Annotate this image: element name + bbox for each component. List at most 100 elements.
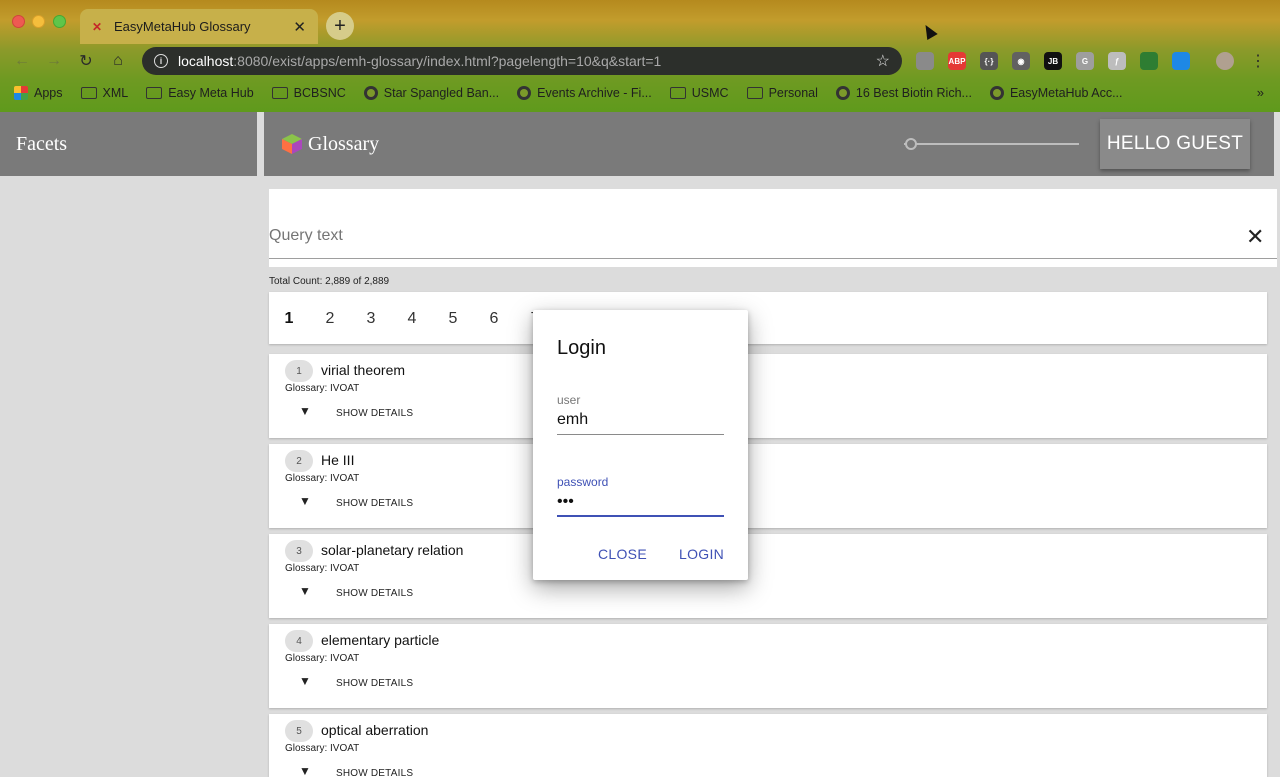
- chevron-down-icon[interactable]: ▼: [299, 764, 311, 777]
- result-number: 4: [285, 630, 313, 652]
- bookmark-biotin[interactable]: 16 Best Biotin Rich...: [835, 86, 972, 100]
- login-button[interactable]: LOGIN: [679, 546, 724, 562]
- url-host: localhost: [178, 53, 234, 69]
- folder-icon: [271, 87, 288, 99]
- password-field[interactable]: •••: [557, 493, 574, 511]
- home-icon[interactable]: ⌂: [108, 51, 128, 71]
- slider-thumb[interactable]: [905, 138, 917, 150]
- result-card: 4 elementary particle Glossary: IVOAT ▼ …: [269, 624, 1267, 708]
- result-term: optical aberration: [321, 722, 429, 738]
- page-6[interactable]: 6: [484, 310, 504, 328]
- close-button[interactable]: CLOSE: [598, 546, 647, 562]
- new-tab-button[interactable]: +: [326, 12, 354, 40]
- clear-search-icon[interactable]: ✕: [1246, 226, 1264, 248]
- bookmark-easymetahub-acc[interactable]: EasyMetaHub Acc...: [989, 86, 1123, 100]
- password-label: password: [557, 475, 609, 489]
- address-bar[interactable]: i localhost :8080/exist/apps/emh-glossar…: [142, 47, 902, 75]
- show-details-button[interactable]: SHOW DETAILS: [336, 768, 413, 777]
- chevron-down-icon[interactable]: ▼: [299, 674, 311, 688]
- window-zoom-button[interactable]: [53, 15, 66, 28]
- site-info-icon[interactable]: i: [154, 54, 168, 68]
- page-3[interactable]: 3: [361, 310, 381, 328]
- circle-extension-icon[interactable]: ◉: [1012, 52, 1030, 70]
- hello-guest-button[interactable]: HELLO GUEST: [1100, 119, 1250, 169]
- browser-chrome: ✕ EasyMetaHub Glossary ✕ + ← → ↻ ⌂ i loc…: [0, 0, 1280, 112]
- cube-logo-icon: [282, 134, 302, 154]
- result-number: 3: [285, 540, 313, 562]
- chevron-down-icon[interactable]: ▼: [299, 584, 311, 598]
- chevron-down-icon[interactable]: ▼: [299, 404, 311, 418]
- result-term: virial theorem: [321, 362, 406, 378]
- forward-arrow-icon[interactable]: →: [44, 51, 64, 71]
- page-1[interactable]: 1: [279, 310, 299, 328]
- bookmark-folder-easy-meta-hub[interactable]: Easy Meta Hub: [146, 86, 254, 100]
- bookmark-folder-personal[interactable]: Personal: [746, 86, 818, 100]
- bookmark-events-archive[interactable]: Events Archive - Fi...: [517, 86, 652, 100]
- folder-icon: [746, 87, 763, 99]
- page-5[interactable]: 5: [443, 310, 463, 328]
- show-details-button[interactable]: SHOW DETAILS: [336, 498, 413, 509]
- reload-icon[interactable]: ↻: [76, 51, 96, 71]
- adblock-extension-icon[interactable]: ABP: [948, 52, 966, 70]
- total-count: Total Count: 2,889 of 2,889: [269, 276, 390, 287]
- page-4[interactable]: 4: [402, 310, 422, 328]
- tab-favicon-icon: ✕: [92, 19, 103, 34]
- back-arrow-icon[interactable]: ←: [12, 51, 32, 71]
- user-label: user: [557, 393, 581, 407]
- tab-title: EasyMetaHub Glossary: [114, 19, 251, 34]
- bookmarks-overflow-icon[interactable]: »: [1257, 85, 1264, 100]
- search-underline: [269, 258, 1277, 259]
- result-glossary: Glossary: IVOAT: [285, 473, 360, 484]
- result-term: He III: [321, 452, 355, 468]
- result-glossary: Glossary: IVOAT: [285, 383, 360, 394]
- result-card: 5 optical aberration Glossary: IVOAT ▼ S…: [269, 714, 1267, 777]
- user-field[interactable]: emh: [557, 411, 588, 429]
- chevron-down-icon[interactable]: ▼: [299, 494, 311, 508]
- user-underline: [557, 434, 724, 435]
- facets-panel: [0, 176, 257, 777]
- code-extension-icon[interactable]: {·}: [980, 52, 998, 70]
- profile-avatar[interactable]: [1216, 52, 1234, 70]
- show-details-button[interactable]: SHOW DETAILS: [336, 408, 413, 419]
- bookmark-apps[interactable]: Apps: [14, 86, 63, 100]
- result-term: elementary particle: [321, 632, 440, 648]
- globe-icon: [363, 86, 378, 100]
- folder-icon: [146, 87, 163, 99]
- result-number: 5: [285, 720, 313, 742]
- mouse-cursor-icon: [920, 21, 938, 41]
- window-minimize-button[interactable]: [32, 15, 45, 28]
- bookmark-star-icon[interactable]: ☆: [876, 51, 890, 71]
- show-details-button[interactable]: SHOW DETAILS: [336, 588, 413, 599]
- result-number: 1: [285, 360, 313, 382]
- gear-extension-icon[interactable]: [916, 52, 934, 70]
- app-header: Glossary HELLO GUEST: [264, 112, 1274, 176]
- menu-kebab-icon[interactable]: ⋮: [1248, 51, 1268, 71]
- app-title: Glossary: [308, 132, 380, 155]
- globe-icon: [835, 86, 850, 100]
- app-logo: Glossary: [280, 132, 379, 156]
- bookmark-folder-xml[interactable]: XML: [80, 86, 128, 100]
- page-2[interactable]: 2: [320, 310, 340, 328]
- folder-icon: [669, 87, 686, 99]
- bookmark-folder-bcbsnc[interactable]: BCBSNC: [271, 86, 346, 100]
- apps-grid-icon: [14, 86, 28, 100]
- password-underline: [557, 515, 724, 517]
- query-input[interactable]: [269, 227, 1229, 245]
- browser-tab[interactable]: ✕ EasyMetaHub Glossary ✕: [80, 9, 318, 44]
- result-card: 3 solar-planetary relation Glossary: IVO…: [269, 534, 1267, 618]
- result-card: 2 He III Glossary: IVOAT ▼ SHOW DETAILS: [269, 444, 1267, 528]
- g-extension-icon[interactable]: G: [1076, 52, 1094, 70]
- jetbrains-extension-icon[interactable]: JB: [1044, 52, 1062, 70]
- translate-extension-icon[interactable]: ƒ: [1108, 52, 1126, 70]
- bookmark-folder-usmc[interactable]: USMC: [669, 86, 729, 100]
- chat-extension-icon[interactable]: [1140, 52, 1158, 70]
- bookmark-star-spangled[interactable]: Star Spangled Ban...: [363, 86, 499, 100]
- window-extension-icon[interactable]: [1172, 52, 1190, 70]
- login-dialog: Login user emh password ••• CLOSE LOGIN: [533, 310, 748, 580]
- folder-icon: [80, 87, 97, 99]
- site-icon: [517, 86, 532, 100]
- window-close-button[interactable]: [12, 15, 25, 28]
- tab-close-icon[interactable]: ✕: [293, 18, 306, 36]
- show-details-button[interactable]: SHOW DETAILS: [336, 678, 413, 689]
- slider-track[interactable]: [904, 143, 1079, 145]
